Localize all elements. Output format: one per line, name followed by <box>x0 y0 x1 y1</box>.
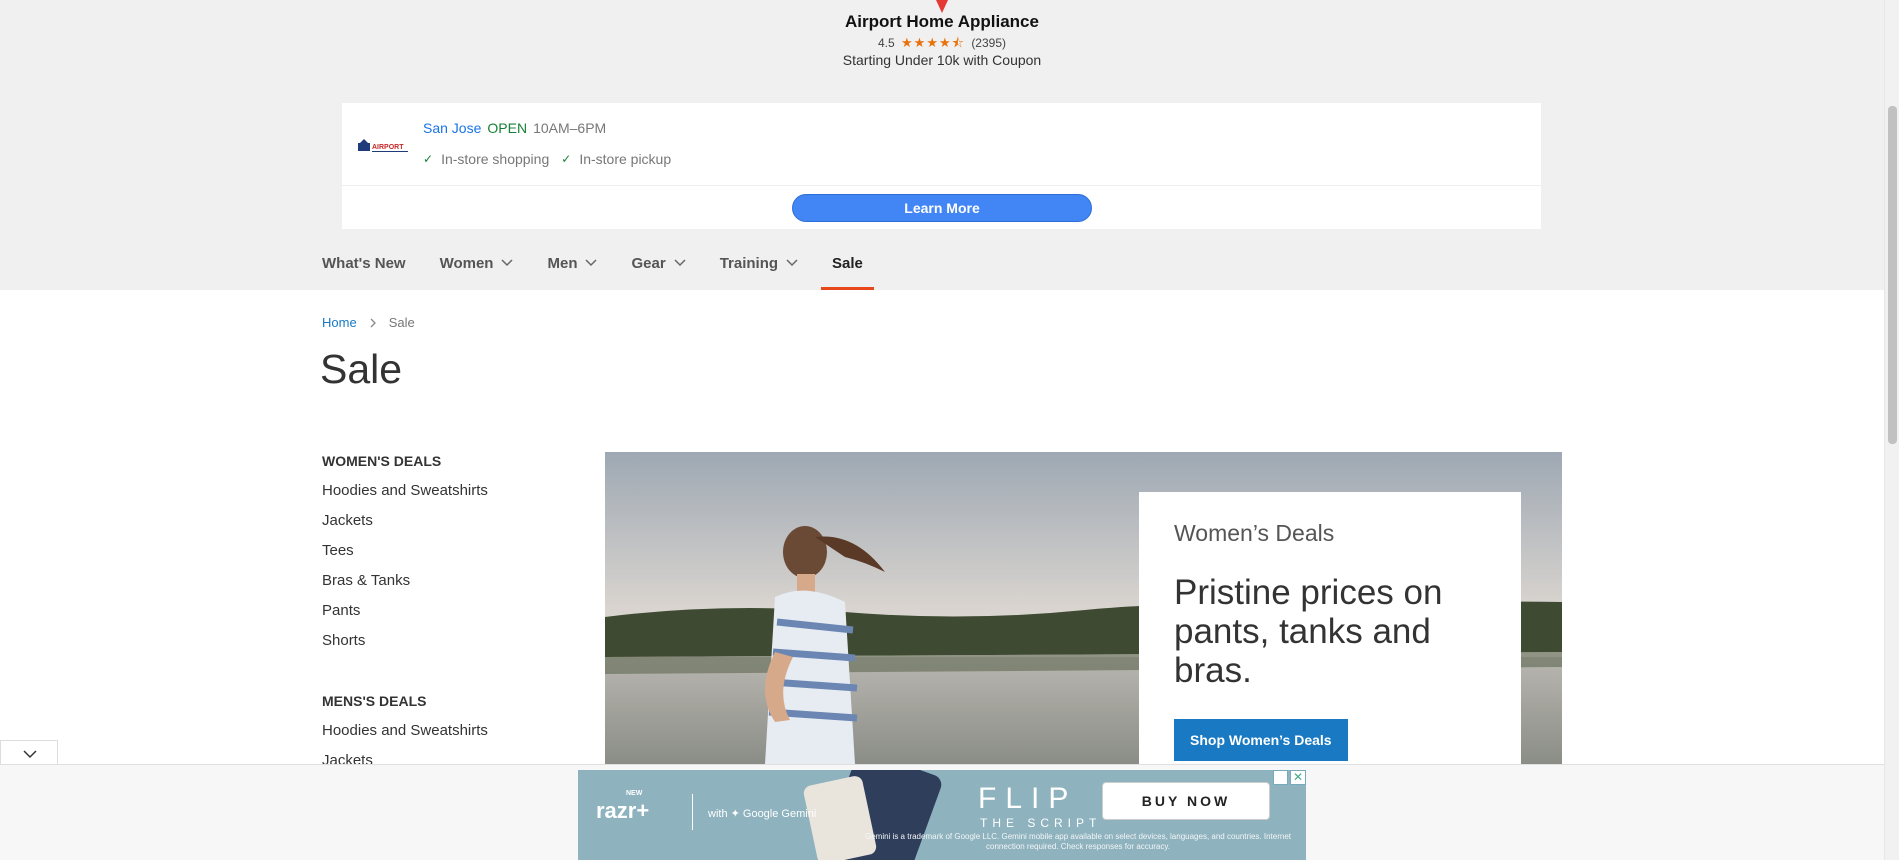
sidebar-item-womens-shorts[interactable]: Shorts <box>322 632 572 662</box>
chevron-down-icon <box>501 259 514 267</box>
sidebar-item-mens-hoodies[interactable]: Hoodies and Sweatshirts <box>322 722 572 752</box>
hero-banner[interactable]: Women’s Deals Pristine prices on pants, … <box>605 452 1562 764</box>
checkmark-icon: ✓ <box>561 152 572 166</box>
feature-in-store-shopping: In-store shopping <box>441 151 550 167</box>
ad-gemini-text: with ✦ Google Gemini <box>708 808 817 820</box>
store-city[interactable]: San Jose <box>423 120 481 136</box>
ad-new-label: NEW <box>626 790 643 797</box>
nav-item-training[interactable]: Training <box>720 250 798 276</box>
sidebar-item-womens-pants[interactable]: Pants <box>322 602 572 632</box>
ad-flip-text: FLIP <box>978 782 1078 815</box>
sidebar-heading-mens-deals: MENS'S DEALS <box>322 693 427 709</box>
store-features: ✓ In-store shopping ✓ In-store pickup <box>423 151 671 167</box>
learn-more-button[interactable]: Learn More <box>792 194 1092 222</box>
chevron-down-icon <box>674 259 686 267</box>
scrollbar-thumb[interactable] <box>1888 106 1897 444</box>
nav-label: What's New <box>322 254 406 272</box>
store-info-line: San Jose OPEN 10AM–6PM <box>423 120 606 136</box>
sidebar: WOMEN'S DEALS Hoodies and Sweatshirts Ja… <box>322 452 572 782</box>
chevron-down-icon <box>23 750 37 759</box>
svg-text:AIRPORT: AIRPORT <box>372 144 404 151</box>
promo-eyebrow: Women’s Deals <box>1174 520 1335 546</box>
nav-label: Men <box>547 254 578 272</box>
store-hours: 10AM–6PM <box>533 120 607 136</box>
ad-fine-print: Gemini is a trademark of Google LLC. Gem… <box>864 832 1291 851</box>
nav-item-women[interactable]: Women <box>440 250 514 276</box>
nav-label: Sale <box>832 254 863 272</box>
bottom-ad-banner[interactable]: NEW razr+ with ✦ Google Gemini FLIP THE … <box>578 770 1306 860</box>
nav-item-sale[interactable]: Sale <box>821 250 874 290</box>
main-nav: What's New Women Men Gear Training Sale <box>322 250 897 290</box>
review-count: (2395) <box>971 36 1006 50</box>
promo-headline: Pristine prices on pants, tanks and bras… <box>1174 573 1443 690</box>
feature-pickup-wrap: ✓ In-store pickup <box>561 151 671 167</box>
breadcrumb-current: Sale <box>388 315 415 330</box>
business-name[interactable]: Airport Home Appliance <box>0 12 1884 32</box>
sidebar-heading-womens-deals: WOMEN'S DEALS <box>322 453 442 469</box>
ad-close-icon[interactable]: ✕ <box>1290 770 1306 785</box>
chevron-down-icon <box>786 259 798 267</box>
nav-label: Women <box>439 254 494 272</box>
nav-item-gear[interactable]: Gear <box>631 250 686 276</box>
top-ad-region: Airport Home Appliance 4.5 ★★★★⯪ (2395) … <box>0 0 1884 290</box>
sidebar-item-womens-hoodies[interactable]: Hoodies and Sweatshirts <box>322 482 572 512</box>
breadcrumb: Home Sale <box>322 315 415 330</box>
store-logo-icon: AIRPORT <box>358 139 408 152</box>
sidebar-item-womens-tees[interactable]: Tees <box>322 542 572 572</box>
store-status: OPEN <box>487 120 528 136</box>
ad-script-text: THE SCRIPT <box>980 816 1102 830</box>
nav-item-men[interactable]: Men <box>547 250 598 276</box>
rating-value: 4.5 <box>878 36 895 50</box>
nav-label: Gear <box>631 254 666 272</box>
divider <box>342 185 1541 186</box>
sidebar-item-womens-bras-tanks[interactable]: Bras & Tanks <box>322 572 572 602</box>
ad-collapse-tab[interactable] <box>0 740 58 765</box>
chevron-down-icon <box>585 259 598 267</box>
shop-womens-deals-button[interactable]: Shop Women’s Deals <box>1174 719 1348 761</box>
page-scrollbar[interactable] <box>1884 0 1899 860</box>
checkmark-icon: ✓ <box>423 152 434 166</box>
chevron-right-icon <box>370 318 376 327</box>
sidebar-item-womens-jackets[interactable]: Jackets <box>322 512 572 542</box>
page-title: Sale <box>320 346 403 392</box>
divider <box>692 794 693 830</box>
nav-item-whats-new[interactable]: What's New <box>322 250 406 276</box>
promo-card: Women’s Deals Pristine prices on pants, … <box>1139 492 1521 764</box>
feature-in-store-pickup: In-store pickup <box>579 151 672 167</box>
ad-tagline[interactable]: Starting Under 10k with Coupon <box>0 52 1884 68</box>
star-rating-icon: ★★★★⯪ <box>901 35 965 50</box>
ad-buy-now-button[interactable]: BUY NOW <box>1102 782 1270 820</box>
nav-label: Training <box>719 254 779 272</box>
adchoices-icon[interactable] <box>1273 770 1288 785</box>
ad-brand-logo: razr+ <box>596 798 650 823</box>
breadcrumb-home-link[interactable]: Home <box>322 315 357 330</box>
store-card[interactable]: AIRPORT San Jose OPEN 10AM–6PM ✓ In-store … <box>342 103 1541 229</box>
